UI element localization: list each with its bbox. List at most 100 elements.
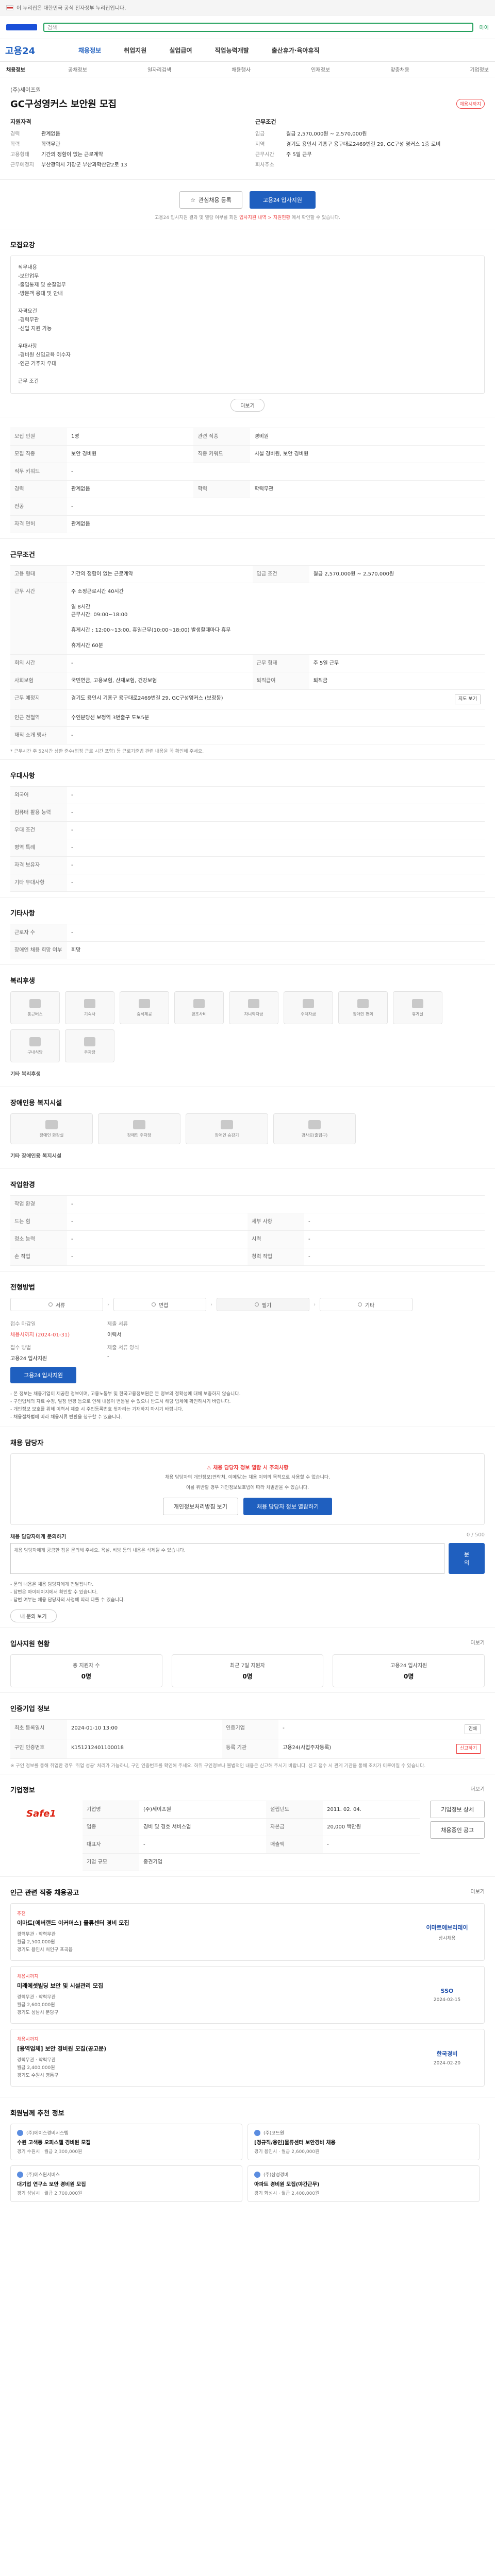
status-card: 최근 7일 지원자 0명 xyxy=(171,1654,324,1687)
recruit-table-section: 모집 인원 1명 관련 직종 경비원 모집 직종 보안 경비원 직종 키워드 시설 경비원,… xyxy=(0,417,495,539)
process-section: 전형방법 서류 › 면접 › 필기 › 기타 접수 마감일 채용시까지 (202… xyxy=(0,1272,495,1427)
company-avatar-icon xyxy=(254,2129,260,2136)
mini-logo[interactable] xyxy=(6,24,37,30)
extra-section: 우대사항 외국어 - 컴퓨터 활용 능력 - 우대 조건 - 병역 특례 - 자격 보유… xyxy=(0,760,495,897)
my-question-button[interactable]: 내 문의 보기 xyxy=(10,1609,57,1622)
sub-nav-item[interactable]: 일자리검색 xyxy=(147,65,171,73)
similar-section: 인근 관련 직종 채용공고 더보기 추천 이마트[에버랜드 이커머스] 물류센터 … xyxy=(0,1877,495,2097)
recommend-card[interactable]: (주)에이스경비시스템 수원 고색동 오피스텔 경비원 모집 경기 수원시 · … xyxy=(10,2124,242,2160)
similar-more-link[interactable]: 더보기 xyxy=(470,1887,485,1897)
map-button[interactable]: 지도 보기 xyxy=(455,694,481,704)
scrap-button[interactable]: ☆ 관심채용 등록 xyxy=(179,191,242,209)
search-input[interactable]: 검색 xyxy=(43,22,473,32)
circle-icon xyxy=(254,1302,259,1307)
house-icon xyxy=(303,998,314,1008)
welfare-item: 통근버스 xyxy=(10,991,60,1024)
company-section: 기업정보 더보기 Safe1 기업명 (주)세이프원 설립년도 2011. 02. 04… xyxy=(0,1774,495,1877)
detail-text: 직무내용 -보안업무 -출입통제 및 순찰업무 -방문객 응대 및 안내 자격요… xyxy=(18,265,71,384)
qualification-summary: 지원자격 경력 관계없음 학력 학력무관 고용형태 기간의 정함이 없는 근로계약 근… xyxy=(10,118,127,168)
sub-nav-item[interactable]: 인재정보 xyxy=(311,65,330,73)
disability-item: 장애인 승강기 xyxy=(186,1113,268,1144)
job-summary: 지원자격 경력 관계없음 학력 학력무관 고용형태 기간의 정함이 없는 근로계약 근… xyxy=(0,110,495,180)
page-root: 이 누리집은 대한민국 공식 전자정부 누리집입니다. 검색 마이 고용24 채… xyxy=(0,0,495,2228)
work-table: 고용 형태 기간의 정함이 없는 근로계약 임금 조건 월급 2,570,000원 ~… xyxy=(10,565,485,744)
status-more-link[interactable]: 더보기 xyxy=(470,1638,485,1648)
welfare-item: 기숙사 xyxy=(65,991,114,1024)
welfare-item: 중식제공 xyxy=(120,991,169,1024)
process-notes: - 본 정보는 채용기업이 제공한 정보이며, 고용노동부 및 한국고용정보원은… xyxy=(10,1392,241,1420)
global-nav: 고용24 채용정보 취업지원 실업급여 직업능력개발 출산휴가·육아휴직 xyxy=(0,39,495,62)
sub-nav-item[interactable]: 채용행사 xyxy=(232,65,251,73)
circle-icon xyxy=(357,1302,362,1307)
env-table: 작업 환경 - 드는 힘 - 세부 사항 - 청소 능력 - 시력 - 손 작업 - 청력 작업 - xyxy=(10,1195,485,1266)
recommend-card[interactable]: (주)삼성경비 아파트 경비원 모집(야간근무) 경기 화성시 · 월급 2,4… xyxy=(248,2165,480,2202)
welfare-item: 경조사비 xyxy=(174,991,224,1024)
company-jobs-button[interactable]: 채용중인 공고 xyxy=(430,1821,485,1839)
gnb-menu: 채용정보 취업지원 실업급여 직업능력개발 출산휴가·육아휴직 xyxy=(67,46,490,55)
lounge-icon xyxy=(412,998,423,1008)
star-icon: ☆ xyxy=(190,197,196,204)
apply-note: 고용24 입사지원 결과 및 열람 여부를 회원 입사지원 내역 > 지원현황 … xyxy=(0,214,495,229)
accessibility-icon xyxy=(357,998,369,1008)
detail-more-button[interactable]: 더보기 xyxy=(230,399,265,412)
recommend-card[interactable]: (주)에스원서비스 대기업 연구소 보안 경비원 모집 경기 성남시 · 월급 … xyxy=(10,2165,242,2202)
reg-section: 인증기업 정보 최초 등록일시 2024-01-10 13:00 인증기업 - 인쇄 … xyxy=(0,1693,495,1774)
warning-text: ⚠ 채용 담당자 정보 열람 시 주의사항 xyxy=(206,1465,289,1471)
privacy-policy-button[interactable]: 개인정보처리방침 보기 xyxy=(162,1498,238,1515)
deadline-badge: 채용시까지 xyxy=(456,98,485,109)
similar-job-card[interactable]: 채용시까지 [용역업체] 보안 경비원 모집(공고문) 경력무관 · 학력무관 월… xyxy=(10,2029,485,2087)
gnb-item-support[interactable]: 취업지원 xyxy=(112,46,158,55)
welfare-item: 주차장 xyxy=(65,1029,114,1062)
apply-button[interactable]: 고용24 입사지원 xyxy=(249,191,316,209)
parking-icon xyxy=(133,1120,145,1129)
company-name[interactable]: (주)세이프원 xyxy=(10,86,485,94)
sub-nav-items: 공채정보 일자리검색 채용행사 인재정보 맞춤채용 기업정보 xyxy=(68,65,489,73)
question-submit-button[interactable]: 문의 xyxy=(449,1543,485,1574)
company-logo-mini: 한국경비 xyxy=(436,2050,458,2057)
sub-nav: 채용정보 공채정보 일자리검색 채용행사 인재정보 맞춤채용 기업정보 xyxy=(0,62,495,77)
recommend-section: 회원님께 추천 정보 (주)에이스경비시스템 수원 고색동 오피스텔 경비원 모… xyxy=(0,2097,495,2207)
condition-summary: 근무조건 임금 월급 2,570,000원 ~ 2,570,000원 지역 경기도 … xyxy=(255,118,441,168)
view-contact-button[interactable]: 채용 담당자 정보 열람하기 xyxy=(243,1498,333,1515)
question-input[interactable] xyxy=(10,1543,444,1574)
status-card: 총 지원자 수 0명 xyxy=(10,1654,162,1687)
sub-nav-item[interactable]: 맞춤채용 xyxy=(390,65,409,73)
sub-nav-item[interactable]: 기업정보 xyxy=(470,65,489,73)
toilet-icon xyxy=(45,1120,58,1129)
elevator-icon xyxy=(221,1120,233,1129)
sub-nav-item[interactable]: 공채정보 xyxy=(68,65,87,73)
process-apply-button[interactable]: 고용24 입사지원 xyxy=(10,1367,77,1383)
ramp-icon xyxy=(308,1120,321,1129)
site-logo[interactable]: 고용24 xyxy=(5,44,67,57)
qa-box: 채용 담당자에게 문의하기0 / 500 문의 - 문의 내용은 채용 담당자에… xyxy=(10,1532,485,1622)
footer-space xyxy=(0,2207,495,2228)
company-avatar-icon xyxy=(17,2171,23,2178)
company-logo-mini: SSO xyxy=(440,1987,454,1994)
etc-table: 근로자 수- 장애인 채용 희망 여부 희망 xyxy=(10,924,485,959)
company-avatar-icon xyxy=(17,2129,23,2136)
recommend-card[interactable]: (주)코드원 [정규직/용인]물류센터 보안경비 채용 경기 용인시 · 월급 … xyxy=(248,2124,480,2160)
gnb-item-leave[interactable]: 출산휴가·육아휴직 xyxy=(260,46,331,55)
gov-banner: 이 누리집은 대한민국 공식 전자정부 누리집입니다. xyxy=(0,0,495,15)
company-logo: Safe1 xyxy=(26,1808,56,1819)
rep-box: ⚠ 채용 담당자 정보 열람 시 주의사항 채용 담당자의 개인정보(연락처, … xyxy=(10,1453,485,1525)
gnb-item-benefit[interactable]: 실업급여 xyxy=(158,46,203,55)
warning-icon: ⚠ xyxy=(206,1465,213,1471)
similar-job-card[interactable]: 추천 이마트[에버랜드 이커머스] 물류센터 경비 모집 경력무관 · 학력무관… xyxy=(10,1903,485,1961)
company-detail-button[interactable]: 기업정보 상세 xyxy=(430,1801,485,1818)
gnb-item-training[interactable]: 직업능력개발 xyxy=(204,46,260,55)
bus-icon xyxy=(29,998,41,1008)
gnb-item-jobs[interactable]: 채용정보 xyxy=(67,46,112,55)
status-section: 입사지원 현황 더보기 총 지원자 수 0명 최근 7일 지원자 0명 고용24 입사… xyxy=(0,1628,495,1693)
apply-history-link[interactable]: 입사지원 내역 > 지원현황 xyxy=(239,215,290,221)
reg-table: 최초 등록일시 2024-01-10 13:00 인증기업 - 인쇄 구인 인증번호 K… xyxy=(10,1719,485,1759)
report-button[interactable]: 신고하기 xyxy=(456,1744,481,1754)
circle-icon xyxy=(151,1302,156,1307)
similar-job-card[interactable]: 채용시까지 미래에셋빌딩 보안 및 시설관리 모집 경력무관 · 학력무관 월급 … xyxy=(10,1966,485,2024)
dorm-icon xyxy=(84,998,95,1008)
top-strip: 검색 마이 xyxy=(0,15,495,39)
my-link[interactable]: 마이 xyxy=(480,23,489,31)
print-button[interactable]: 인쇄 xyxy=(465,1724,481,1734)
process-steps: 서류 › 면접 › 필기 › 기타 xyxy=(10,1298,485,1311)
company-more-link[interactable]: 더보기 xyxy=(470,1785,485,1794)
